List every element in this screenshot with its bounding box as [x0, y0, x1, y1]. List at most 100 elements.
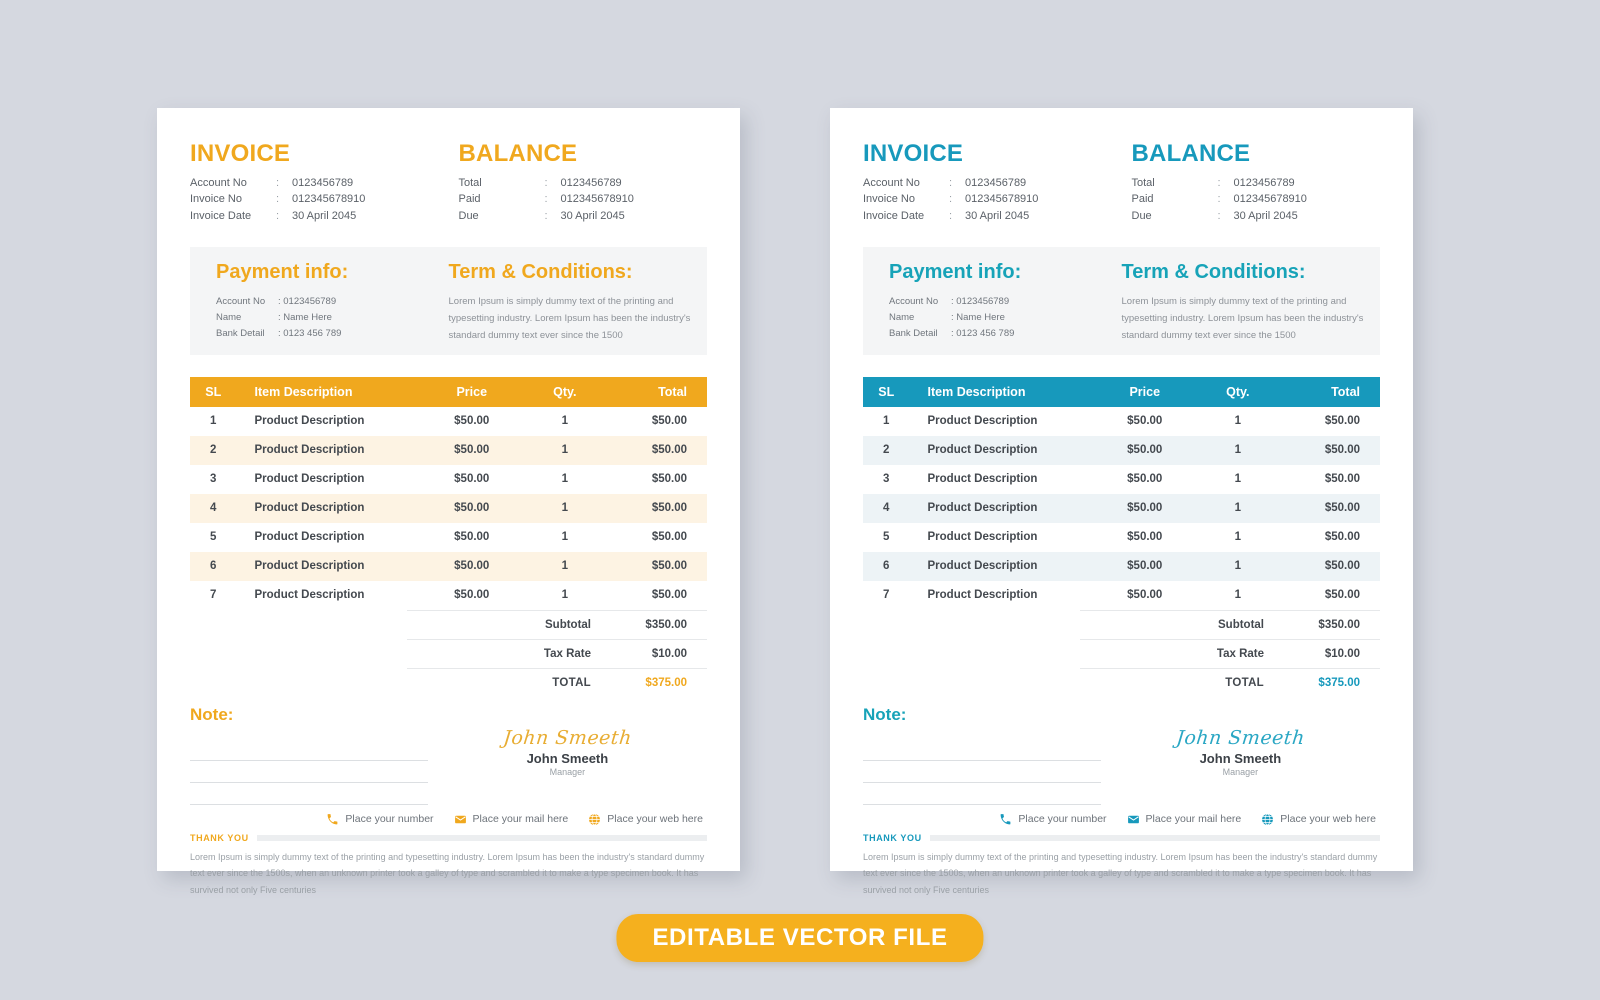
meta-separator: :	[949, 209, 953, 222]
signature-name: John Smeeth	[1199, 750, 1282, 766]
note-signature-section: Note: John Smeeth John Smeeth Manager	[190, 699, 707, 805]
column-header-price: Price	[1129, 384, 1161, 399]
payment-info-title: Payment info:	[216, 260, 349, 283]
subtotal-label: Subtotal	[1218, 618, 1264, 631]
payment-row: Name : Name Here	[216, 310, 449, 326]
items-table: SL Item Description Price Qty. Total 1 P…	[190, 376, 707, 610]
invoice-header: INVOICE Account No : 0123456789 Invoice …	[190, 108, 707, 224]
page-title: INVOICE	[190, 140, 291, 167]
cell-sl: 4	[210, 502, 217, 515]
table-row: 1 Product Description $50.00 1 $50.00	[190, 407, 707, 436]
meta-key: Paid	[458, 193, 481, 206]
payment-info-block: Payment info: Account No : 0123456789 Na…	[190, 247, 449, 355]
meta-key: Invoice Date	[190, 209, 252, 222]
contact-web-label: Place your web here	[1280, 813, 1376, 826]
payment-value: : 0123 456 789	[951, 328, 1015, 340]
contact-mail[interactable]: Place your mail here	[454, 813, 568, 826]
signature-role: Manager	[549, 766, 586, 777]
meta-key: Total	[458, 177, 482, 189]
payment-key: Name	[889, 312, 915, 324]
table-header-row: SL Item Description Price Qty. Total	[863, 376, 1380, 407]
payment-key: Account No	[216, 295, 266, 307]
cell-total: $50.00	[1324, 560, 1360, 573]
cell-desc: Product Description	[927, 473, 1038, 486]
contact-phone[interactable]: Place your number	[999, 813, 1107, 826]
cell-qty: 1	[561, 502, 568, 515]
column-header-sl: SL	[205, 384, 222, 399]
cell-total: $50.00	[651, 589, 687, 602]
cell-sl: 3	[883, 473, 890, 486]
payment-info-block: Payment info: Account No : 0123456789 Na…	[863, 247, 1122, 355]
note-line[interactable]	[190, 761, 428, 783]
table-row: 6 Product Description $50.00 1 $50.00	[190, 551, 707, 581]
cell-desc: Product Description	[254, 415, 365, 428]
signature-role: Manager	[1222, 766, 1259, 777]
tax-value: $10.00	[651, 647, 687, 660]
meta-value: 30 April 2045	[965, 209, 1030, 222]
thank-you-label: THANK YOU	[190, 832, 249, 843]
meta-separator: :	[276, 177, 280, 189]
meta-key: Due	[1131, 209, 1152, 222]
terms-body: Lorem Ipsum is simply dummy text of the …	[448, 295, 691, 341]
items-table-header: SL Item Description Price Qty. Total	[863, 376, 1380, 407]
cell-qty: 1	[561, 473, 568, 486]
grand-total-label: TOTAL	[1225, 676, 1264, 689]
contact-web[interactable]: Place your web here	[588, 813, 703, 826]
cell-qty: 1	[561, 531, 568, 544]
items-table: SL Item Description Price Qty. Total 1 P…	[863, 376, 1380, 610]
note-title: Note:	[863, 704, 907, 724]
terms-title: Term & Conditions:	[448, 260, 633, 283]
payment-row: Account No : 0123456789	[889, 294, 1122, 310]
meta-value: 012345678910	[292, 193, 366, 206]
note-title: Note:	[190, 704, 234, 724]
items-table-body: 1 Product Description $50.00 1 $50.00 2 …	[863, 407, 1380, 610]
note-line[interactable]	[863, 761, 1101, 783]
note-block: Note:	[863, 699, 1101, 805]
meta-value: 0123456789	[1233, 177, 1295, 189]
items-table-header: SL Item Description Price Qty. Total	[190, 376, 707, 407]
payment-key: Bank Detail	[216, 328, 265, 340]
globe-icon	[589, 813, 601, 826]
note-line[interactable]	[863, 783, 1101, 805]
meta-row: Account No : 0123456789	[863, 175, 1122, 191]
cell-desc: Product Description	[254, 502, 365, 515]
contact-phone[interactable]: Place your number	[326, 813, 434, 826]
payment-value: : 0123456789	[951, 295, 1010, 307]
tax-label: Tax Rate	[543, 647, 591, 660]
payment-info-title: Payment info:	[889, 260, 1022, 283]
cell-qty: 1	[1234, 560, 1241, 573]
cell-total: $50.00	[651, 531, 687, 544]
meta-key: Due	[458, 209, 479, 222]
cell-qty: 1	[1234, 589, 1241, 602]
grand-total-row: TOTAL $375.00	[1080, 667, 1380, 697]
table-row: 4 Product Description $50.00 1 $50.00	[863, 493, 1380, 523]
editable-vector-badge: EDITABLE VECTOR FILE	[616, 914, 984, 962]
contact-mail[interactable]: Place your mail here	[1127, 813, 1242, 826]
meta-key: Invoice No	[863, 193, 915, 206]
cell-price: $50.00	[1127, 473, 1163, 486]
cell-qty: 1	[1234, 473, 1241, 486]
note-line[interactable]	[190, 739, 428, 761]
cell-qty: 1	[1234, 444, 1241, 457]
note-line[interactable]	[190, 783, 428, 805]
cell-total: $50.00	[1324, 444, 1360, 457]
tax-row: Tax Rate $10.00	[407, 638, 707, 668]
thank-you-bar: THANK YOU	[863, 833, 1380, 843]
payment-value: : Name Here	[278, 312, 332, 324]
column-header-desc: Item Description	[927, 384, 1026, 399]
meta-key: Total	[1131, 177, 1155, 189]
cell-qty: 1	[1234, 502, 1241, 515]
column-header-desc: Item Description	[254, 384, 353, 399]
tax-value: $10.00	[1324, 647, 1360, 660]
meta-key: Account No	[190, 177, 247, 189]
meta-key: Account No	[863, 177, 920, 189]
meta-value: 30 April 2045	[292, 209, 357, 222]
meta-row: Invoice Date : 30 April 2045	[863, 208, 1122, 224]
phone-icon	[1001, 813, 1011, 825]
balance-info-block: BALANCE Total : 0123456789 Paid : 012345…	[449, 140, 708, 224]
signature-mark: John Smeeth	[1175, 726, 1306, 749]
contact-mail-label: Place your mail here	[1145, 813, 1242, 826]
payment-value: : 0123 456 789	[278, 328, 342, 340]
contact-web[interactable]: Place your web here	[1261, 813, 1376, 826]
note-line[interactable]	[863, 739, 1101, 761]
